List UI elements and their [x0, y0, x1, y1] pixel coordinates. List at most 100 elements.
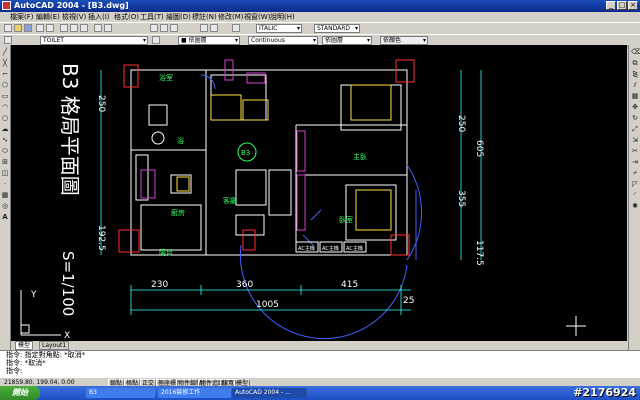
properties-icon[interactable]: [200, 24, 208, 32]
erase-icon[interactable]: ⌫: [631, 48, 640, 56]
ellipse-icon[interactable]: ⬭: [1, 147, 9, 155]
menu-draw[interactable]: 繪圖(D): [166, 12, 191, 22]
svg-text:主臥: 主臥: [353, 152, 367, 161]
layout-tabs: 模型 Layout1: [11, 341, 627, 350]
trim-icon[interactable]: ✂: [631, 147, 639, 155]
copy-object-icon[interactable]: ⧉: [631, 59, 639, 67]
mtext-icon[interactable]: A: [1, 213, 9, 221]
open-icon[interactable]: [14, 24, 22, 32]
linetype-select[interactable]: Continuous: [248, 36, 318, 45]
dim-left-1: 250: [96, 95, 106, 112]
menu-format[interactable]: 格式(O): [114, 12, 139, 22]
move-icon[interactable]: ✥: [631, 103, 639, 111]
menu-window[interactable]: 視窗(W): [244, 12, 270, 22]
array-icon[interactable]: ▦: [631, 92, 639, 100]
task-autocad[interactable]: AutoCAD 2004 - ...: [232, 388, 307, 398]
svg-text:臥室: 臥室: [339, 215, 353, 224]
explode-icon[interactable]: ✺: [631, 202, 639, 210]
rectangle-icon[interactable]: ▭: [1, 92, 9, 100]
revcloud-icon[interactable]: ☁: [1, 125, 9, 133]
task-folder[interactable]: 2016裝修工作: [158, 388, 231, 398]
insert-block-icon[interactable]: ⊞: [1, 158, 9, 166]
help-icon[interactable]: [232, 24, 240, 32]
break-icon[interactable]: ⌿: [631, 169, 639, 177]
menu-help[interactable]: 說明(H): [270, 12, 295, 22]
menu-file[interactable]: 檔案(F): [10, 12, 34, 22]
layer-previous-icon[interactable]: [152, 36, 160, 44]
close-button[interactable]: ×: [628, 1, 638, 10]
start-button[interactable]: 開始: [0, 386, 40, 400]
minimize-button[interactable]: _: [606, 1, 616, 10]
new-icon[interactable]: [4, 24, 12, 32]
draw-toolbar: ╱ ╳ ⌐ ⬠ ▭ ◠ ○ ☁ ∿ ⬭ ⊞ ◫ · ▦ ◎ A: [0, 45, 11, 350]
command-prompt[interactable]: 指令:: [0, 367, 640, 375]
taskbar: 開始 B3 2016裝修工作 AutoCAD 2004 - ...: [0, 386, 640, 400]
command-line[interactable]: 指令: 指定對角點: *取消* 指令: *取消* 指令:: [0, 350, 640, 378]
text-style-select[interactable]: ITALIC: [256, 24, 302, 33]
region-icon[interactable]: ◎: [1, 202, 9, 210]
menu-view[interactable]: 檢視(V): [62, 12, 86, 22]
make-block-icon[interactable]: ◫: [1, 169, 9, 177]
layer-select[interactable]: TOILET: [40, 36, 148, 45]
lineweight-select[interactable]: 依圖層: [322, 36, 372, 45]
polygon-icon[interactable]: ⬠: [1, 81, 9, 89]
construction-line-icon[interactable]: ╳: [1, 59, 9, 67]
save-icon[interactable]: [24, 24, 32, 32]
rotate-icon[interactable]: ↻: [631, 114, 639, 122]
menu-dimension[interactable]: 標註(N): [192, 12, 217, 22]
polyline-icon[interactable]: ⌐: [1, 70, 9, 78]
zoom-window-icon[interactable]: [170, 24, 178, 32]
tab-layout1[interactable]: Layout1: [39, 341, 70, 350]
menu-bar: 檔案(F) 編輯(E) 檢視(V) 插入(I) 格式(O) 工具(T) 繪圖(D…: [0, 12, 640, 22]
coordinates-readout: 21859.80, 199.04, 0.00: [4, 379, 75, 386]
pan-icon[interactable]: [150, 24, 158, 32]
menu-tools[interactable]: 工具(T): [140, 12, 164, 22]
svg-text:陽台: 陽台: [159, 248, 173, 257]
dim-style-select[interactable]: STANDARD: [314, 24, 360, 33]
dim-bottom-4: 25: [403, 296, 414, 306]
scale-icon[interactable]: ⤢: [631, 125, 639, 133]
svg-text:浴室: 浴室: [159, 73, 173, 82]
zoom-icon[interactable]: [160, 24, 168, 32]
spline-icon[interactable]: ∿: [1, 136, 9, 144]
plot-style-select[interactable]: 依顏色: [380, 36, 428, 45]
chamfer-icon[interactable]: ◸: [631, 180, 639, 188]
paste-icon[interactable]: [80, 24, 88, 32]
ucs-icon: [20, 290, 61, 336]
menu-modify[interactable]: 修改(M): [218, 12, 244, 22]
task-b3[interactable]: B3: [86, 388, 155, 398]
point-icon[interactable]: ·: [1, 180, 9, 188]
dim-right-3: 355: [456, 190, 466, 207]
maximize-button[interactable]: □: [617, 1, 627, 10]
window-title: AutoCAD 2004 - [B3.dwg]: [14, 1, 129, 10]
mirror-icon[interactable]: ⧎: [631, 70, 639, 78]
command-history-2: 指令: *取消*: [6, 359, 46, 367]
preview-icon[interactable]: [46, 24, 54, 32]
design-center-icon[interactable]: [210, 24, 218, 32]
layer-manager-icon[interactable]: [4, 36, 12, 44]
drawing-title: B3 格局平面圖: [58, 63, 82, 196]
cut-icon[interactable]: [60, 24, 68, 32]
circle-icon[interactable]: ○: [1, 114, 9, 122]
copy-icon[interactable]: [70, 24, 78, 32]
print-icon[interactable]: [36, 24, 44, 32]
tab-model[interactable]: 模型: [15, 341, 34, 350]
line-icon[interactable]: ╱: [1, 48, 9, 56]
svg-text:客廳: 客廳: [223, 196, 237, 205]
command-history-1: 指令: 指定對角點: *取消*: [6, 351, 86, 359]
arc-icon[interactable]: ◠: [1, 103, 9, 111]
hatch-icon[interactable]: ▦: [1, 191, 9, 199]
redo-icon[interactable]: [104, 24, 112, 32]
color-select[interactable]: ■ 依圖層: [178, 36, 240, 45]
dimension-texts: 230 360 415 25 1005 250 605 355 117.5 25…: [96, 95, 484, 310]
ucs-y-label: Y: [30, 290, 37, 300]
extend-icon[interactable]: ⇥: [631, 158, 639, 166]
menu-edit[interactable]: 編輯(E): [36, 12, 60, 22]
fillet-icon[interactable]: ◜: [631, 191, 639, 199]
offset-icon[interactable]: ⫽: [631, 81, 639, 89]
app-icon: [2, 1, 11, 10]
undo-icon[interactable]: [94, 24, 102, 32]
menu-insert[interactable]: 插入(I): [88, 12, 110, 22]
drawing-canvas[interactable]: 浴室 浴 廚房 客廳 主臥 臥室 陽台 B3 AC主機 AC主機 AC主機 23…: [11, 45, 627, 341]
stretch-icon[interactable]: ⇲: [631, 136, 639, 144]
